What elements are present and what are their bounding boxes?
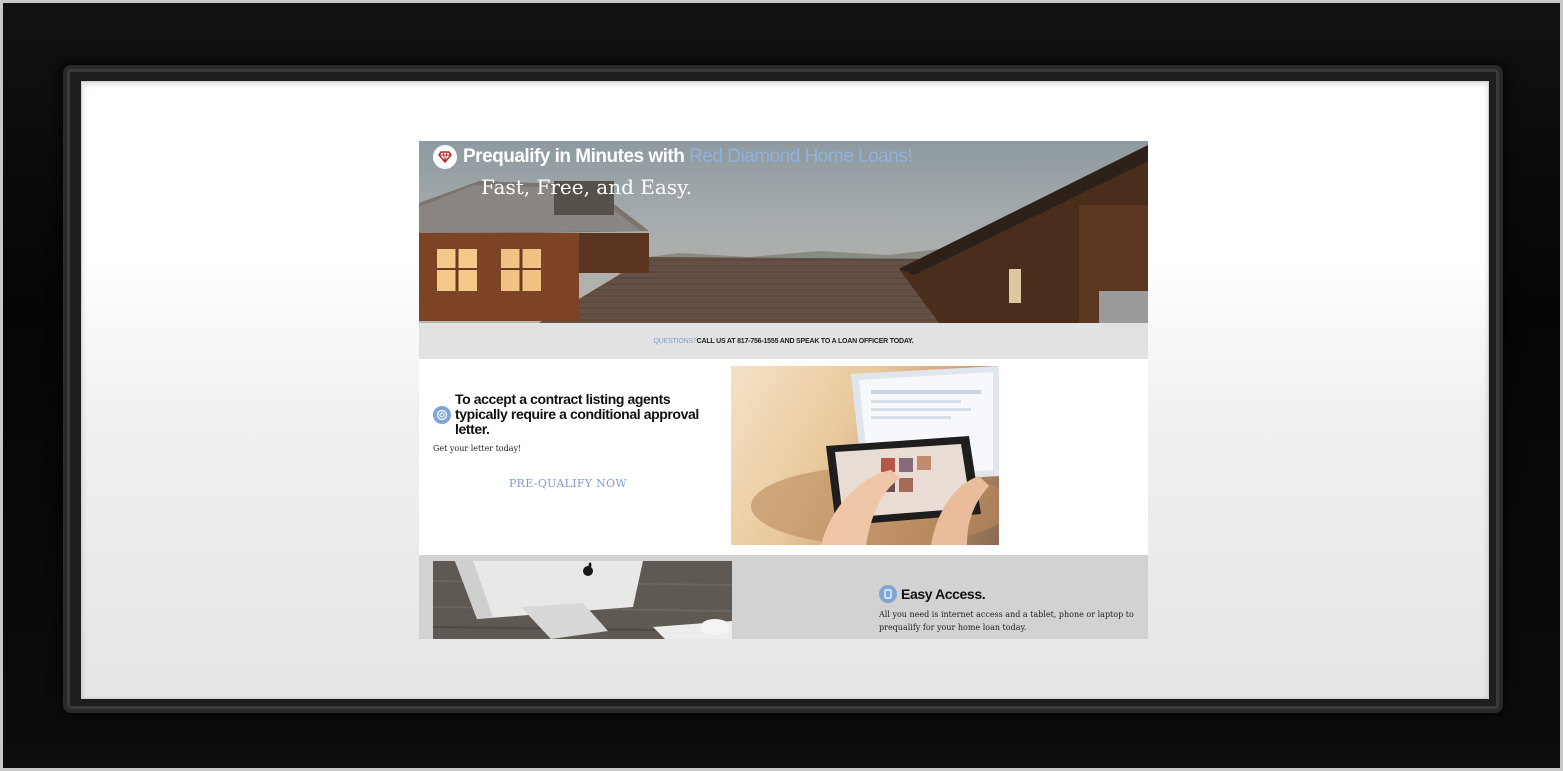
- hero-banner: Prequalify in Minutes with Red Diamond H…: [419, 141, 1148, 323]
- website-screenshot: Prequalify in Minutes with Red Diamond H…: [419, 141, 1148, 639]
- easy-access-heading-row: Easy Access.: [879, 585, 986, 603]
- question-bar: QUESTIONS? CALL US AT 817-756-1555 AND S…: [419, 323, 1148, 359]
- hero-brand-name: Red Diamond Home Loans!: [689, 146, 913, 167]
- easy-access-body: All you need is internet access and a ta…: [879, 610, 1134, 632]
- target-icon: [433, 405, 451, 424]
- tablet-icon: [879, 585, 897, 603]
- hands-using-tablet-photo: [731, 366, 999, 545]
- question-call-text[interactable]: CALL US AT 817-756-1555 AND SPEAK TO A L…: [697, 338, 914, 345]
- approval-heading: To accept a contract listing agents typi…: [455, 391, 699, 437]
- question-label: QUESTIONS?: [653, 337, 697, 345]
- approval-section: To accept a contract listing agents typi…: [419, 359, 1148, 555]
- easy-access-section: Easy Access. All you need is internet ac…: [419, 555, 1148, 639]
- hero-title-row: Prequalify in Minutes with Red Diamond H…: [433, 145, 913, 169]
- imac-on-desk-photo: [433, 561, 732, 639]
- hero-title-prefix: Prequalify in Minutes with: [463, 146, 690, 167]
- easy-access-heading: Easy Access.: [901, 586, 986, 602]
- pre-qualify-now-button[interactable]: PRE-QUALIFY NOW: [479, 477, 657, 490]
- approval-heading-row: To accept a contract listing agents typi…: [433, 392, 723, 437]
- hero-title: Prequalify in Minutes with Red Diamond H…: [463, 146, 913, 168]
- approval-subtext: Get your letter today!: [433, 444, 522, 453]
- picture-frame: Prequalify in Minutes with Red Diamond H…: [0, 0, 1563, 771]
- hero-subtitle: Fast, Free, and Easy.: [481, 175, 693, 199]
- diamond-icon: [433, 145, 457, 169]
